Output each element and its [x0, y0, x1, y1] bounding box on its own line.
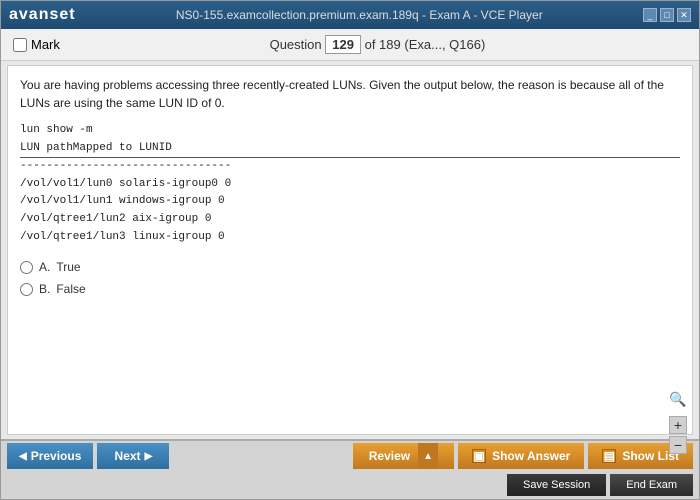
exam-title: NS0-155.examcollection.premium.exam.189q…: [76, 8, 643, 22]
question-info: Question 129 of 189 (Exa..., Q166): [68, 35, 687, 54]
question-content: You are having problems accessing three …: [7, 65, 693, 435]
main-area: Mark Question 129 of 189 (Exa..., Q166) …: [1, 29, 699, 499]
logo-suffix: set: [49, 6, 75, 23]
option-b-text: False: [56, 282, 85, 296]
logo: avanset: [9, 6, 76, 24]
show-list-icon: ▤: [602, 449, 616, 463]
exam-info: (Exa..., Q166): [404, 37, 485, 52]
save-session-button[interactable]: Save Session: [507, 474, 606, 496]
main-window: avanset NS0-155.examcollection.premium.e…: [0, 0, 700, 500]
bottom-bar: ◀ Previous Next ▶ Review ▲ ▣ Show Answer: [1, 439, 699, 499]
end-exam-button[interactable]: End Exam: [610, 474, 693, 496]
option-a-label: A.: [39, 260, 50, 274]
show-answer-icon: ▣: [472, 449, 486, 463]
review-label: Review: [369, 449, 410, 463]
code-header: LUN pathMapped to LUNID: [20, 140, 680, 159]
radio-b[interactable]: [20, 283, 33, 296]
review-button[interactable]: Review ▲: [353, 443, 454, 469]
next-arrow-icon: ▶: [145, 451, 153, 462]
minimize-button[interactable]: _: [643, 8, 657, 22]
zoom-controls: 🔍 + −: [669, 391, 687, 454]
mark-section: Mark: [13, 37, 60, 52]
search-icon[interactable]: 🔍: [669, 391, 686, 408]
end-exam-label: End Exam: [626, 479, 677, 491]
code-separator: --------------------------------: [20, 160, 231, 172]
option-b: B. False: [20, 282, 680, 296]
total-questions: of 189: [365, 37, 401, 52]
content-wrapper: You are having problems accessing three …: [1, 61, 699, 439]
session-row: Save Session End Exam: [1, 472, 699, 499]
option-b-label: B.: [39, 282, 50, 296]
code-line-3: /vol/vol1/lun0 solaris-igroup0 0: [20, 178, 231, 190]
logo-prefix: avan: [9, 6, 49, 23]
close-button[interactable]: ✕: [677, 8, 691, 22]
zoom-out-button[interactable]: −: [669, 436, 687, 454]
title-bar: avanset NS0-155.examcollection.premium.e…: [1, 1, 699, 29]
radio-a[interactable]: [20, 261, 33, 274]
window-controls: _ □ ✕: [643, 8, 691, 22]
code-line-5: /vol/qtree1/lun2 aix-igroup 0: [20, 213, 211, 225]
code-line-1: lun show -m: [20, 124, 93, 136]
answer-options: A. True B. False: [20, 260, 680, 296]
code-line-6: /vol/qtree1/lun3 linux-igroup 0: [20, 231, 225, 243]
next-label: Next: [115, 449, 141, 463]
prev-arrow-icon: ◀: [19, 451, 27, 462]
nav-row: ◀ Previous Next ▶ Review ▲ ▣ Show Answer: [1, 441, 699, 472]
review-dropdown-icon: ▲: [418, 443, 438, 469]
save-session-label: Save Session: [523, 479, 590, 491]
mark-label: Mark: [31, 37, 60, 52]
mark-checkbox[interactable]: [13, 38, 27, 52]
code-line-4: /vol/vol1/lun1 windows-igroup 0: [20, 195, 225, 207]
question-header: Mark Question 129 of 189 (Exa..., Q166): [1, 29, 699, 61]
show-answer-label: Show Answer: [492, 449, 570, 463]
previous-label: Previous: [31, 449, 82, 463]
next-button[interactable]: Next ▶: [97, 443, 169, 469]
maximize-button[interactable]: □: [660, 8, 674, 22]
question-label: Question: [270, 37, 322, 52]
code-block: lun show -m LUN pathMapped to LUNID ----…: [20, 122, 680, 246]
previous-button[interactable]: ◀ Previous: [7, 443, 93, 469]
option-a-text: True: [56, 260, 80, 274]
question-number: 129: [325, 35, 361, 54]
logo-area: avanset: [9, 6, 76, 24]
question-text: You are having problems accessing three …: [20, 76, 680, 112]
show-answer-button[interactable]: ▣ Show Answer: [458, 443, 584, 469]
option-a: A. True: [20, 260, 680, 274]
zoom-in-button[interactable]: +: [669, 416, 687, 434]
